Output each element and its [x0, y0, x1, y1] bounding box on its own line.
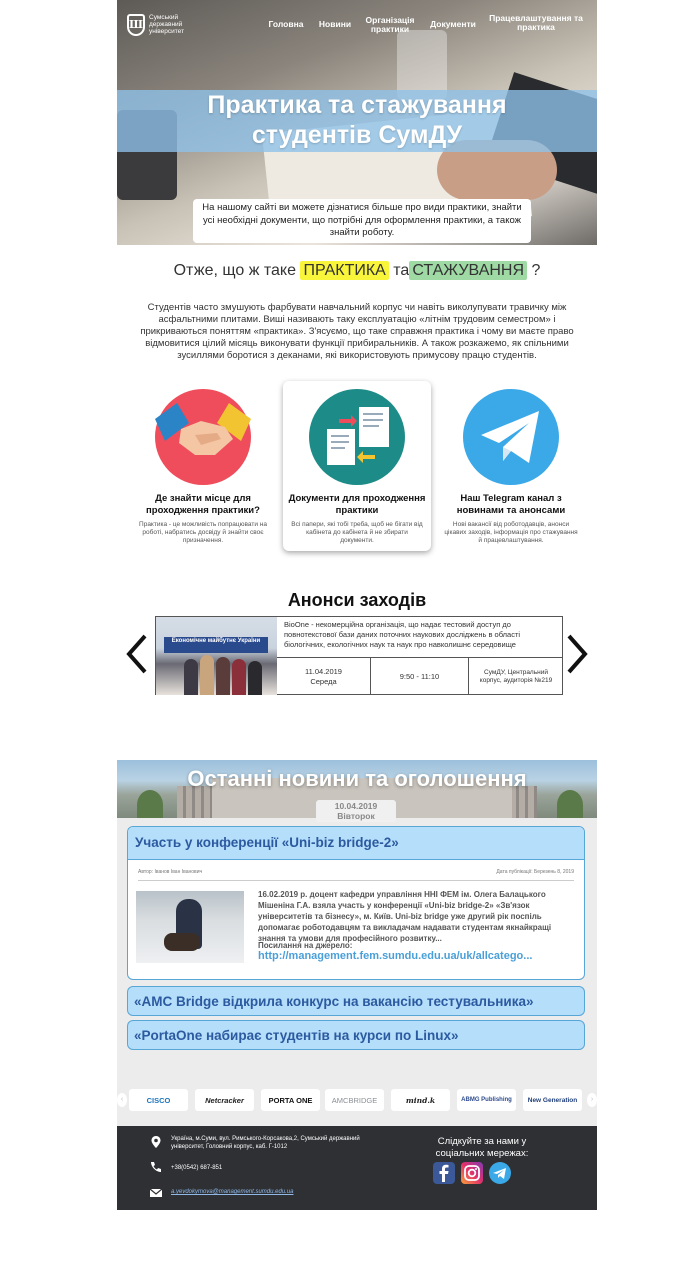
dog	[164, 933, 200, 951]
nav-employment[interactable]: Працевлаштування та практика	[489, 14, 583, 32]
question-prefix: Отже, що ж таке	[173, 262, 297, 279]
news-weekday: Вівторок	[337, 811, 375, 821]
nav-documents[interactable]: Документи	[427, 20, 479, 29]
announcement-weekday: Середа	[310, 676, 337, 686]
telegram-icon[interactable]	[489, 1162, 511, 1184]
tree-image	[137, 790, 163, 818]
card-title: Документи для проходження практики	[288, 493, 426, 516]
university-logo[interactable]: Ш Сумський державний університет	[127, 14, 199, 36]
page: Ш Сумський державний університет Головна…	[117, 0, 597, 1210]
nav-news[interactable]: Новини	[317, 20, 353, 29]
question-and: та	[393, 262, 410, 279]
card-telegram[interactable]: Наш Telegram канал з новинами та анонсам…	[437, 381, 585, 551]
announcement-date-cell: 11.04.2019 Середа	[277, 658, 371, 695]
news-item[interactable]: «AMC Bridge відкрила конкурс на вакансію…	[127, 986, 585, 1016]
tree-image	[557, 790, 583, 818]
partners-prev-icon[interactable]: ‹	[117, 1093, 127, 1107]
person	[232, 659, 246, 695]
hero-title: Практика та стажування студентів СумДУ	[117, 90, 597, 150]
person	[248, 661, 262, 695]
highlight-practice: ПРАКТИКА	[300, 261, 389, 280]
news-headline[interactable]: Участь у конференції «Uni-biz bridge-2»	[128, 827, 584, 860]
location-pin-icon	[149, 1135, 163, 1149]
announcement-text: BioOne - некомерційна організація, що на…	[284, 620, 521, 649]
intro-text: Студентів часто змушують фарбувати навча…	[140, 302, 574, 361]
highlight-internship: СТАЖУВАННЯ	[409, 261, 528, 280]
card-documents[interactable]: Документи для проходження практики Всі п…	[283, 381, 431, 551]
announcement-place: СумДУ, Центральний корпус, аудиторія №21…	[479, 668, 553, 684]
next-arrow-icon[interactable]	[565, 632, 589, 676]
footer-follow-label: Слідкуйте за нами у соціальних мережах:	[435, 1136, 529, 1159]
footer-address: Україна, м.Суми, вул. Римського-Корсаков…	[171, 1136, 360, 1150]
announcements-title: Анонси заходів	[287, 590, 427, 610]
card-desc: Нові вакансії від роботодавців, анонси ц…	[444, 521, 578, 544]
news-date-chip: 10.04.2019 Вівторок	[316, 800, 396, 822]
telegram-icon	[463, 389, 559, 485]
phone-icon	[149, 1160, 163, 1174]
logo-text: Сумський державний університет	[149, 14, 185, 35]
partner-portaone-logo[interactable]: PORTA ONE	[261, 1089, 320, 1111]
card-desc: Практика - це можливість попрацювати на …	[139, 521, 267, 544]
news-item[interactable]: «PortaOne набирає студентів на курси по …	[127, 1020, 585, 1050]
announcement-card[interactable]: Економічне майбутнє України BioOne - нек…	[155, 616, 563, 695]
card-title: Де знайти місце для проходження практики…	[146, 493, 260, 516]
top-nav: Ш Сумський державний університет Головна…	[117, 0, 597, 50]
person	[184, 659, 198, 695]
question-mark: ?	[531, 262, 541, 279]
nav-home[interactable]: Головна	[267, 20, 305, 29]
partner-abmg-logo[interactable]: ABMG Publishing	[457, 1089, 516, 1111]
hero-title-line2: студентів СумДУ	[251, 121, 463, 149]
footer-email[interactable]: a.yevdokymova@management.sumdu.edu.ua	[171, 1189, 294, 1195]
partner-newgeneration-logo[interactable]: New Generation	[523, 1089, 582, 1111]
hero-title-line1: Практика та стажування	[207, 91, 507, 119]
card-desc: Всі папери, які тобі треба, щоб не бігат…	[291, 521, 423, 544]
announcement-details: 11.04.2019 Середа 9:50 - 11:10 СумДУ, Це…	[277, 657, 563, 695]
news-date: 10.04.2019	[334, 801, 378, 811]
news-photo	[136, 891, 244, 963]
instagram-icon[interactable]	[461, 1162, 483, 1184]
prev-arrow-icon[interactable]	[125, 632, 149, 676]
footer-phone[interactable]: +38(0542) 687-851	[171, 1164, 222, 1172]
card-title: Наш Telegram канал з новинами та анонсам…	[456, 493, 566, 516]
handshake-icon	[155, 389, 251, 485]
card-find-place[interactable]: Де знайти місце для проходження практики…	[129, 381, 277, 551]
news-source-label: Посилання на джерело:	[258, 941, 353, 950]
news-source-link[interactable]: http://management.fem.sumdu.edu.ua/uk/al…	[258, 950, 578, 962]
person	[216, 657, 230, 695]
announcement-time: 9:50 - 11:10	[371, 658, 469, 695]
news-section-title: Останні новини та оголошення	[187, 766, 527, 791]
partner-mindk-logo[interactable]: mind.k	[391, 1089, 450, 1111]
announcement-photo-banner: Економічне майбутнє України	[164, 637, 268, 653]
news-meta: Автор: Іванов Іван Іванович Дата публіка…	[138, 869, 574, 881]
partner-cisco-logo[interactable]: CISCO	[129, 1089, 188, 1111]
partner-netcracker-logo[interactable]: Netcracker	[195, 1089, 254, 1111]
facebook-icon[interactable]	[433, 1162, 455, 1184]
mail-icon	[149, 1186, 163, 1200]
partner-amcbridge-logo[interactable]: AMCBRIDGE	[325, 1089, 384, 1111]
nav-practice-organization[interactable]: Організація практики	[363, 16, 417, 34]
news-author: Автор: Іванов Іван Іванович	[138, 869, 203, 875]
intro-question: Отже, що ж таке ПРАКТИКА та СТАЖУВАННЯ ?	[117, 261, 597, 280]
partners-next-icon[interactable]: ›	[587, 1093, 597, 1107]
announcement-photo: Економічне майбутнє України	[156, 617, 277, 695]
news-published-date: Дата публікації: Березень 8, 2019	[496, 869, 574, 875]
logo-icon: Ш	[127, 14, 145, 36]
news-body: 16.02.2019 р. доцент кафедри управління …	[258, 890, 552, 943]
hero-subtitle: На нашому сайті ви можете дізнатися біль…	[193, 199, 531, 243]
documents-icon	[309, 389, 405, 485]
announcement-date: 11.04.2019	[305, 666, 342, 676]
news-featured-card[interactable]: Участь у конференції «Uni-biz bridge-2» …	[127, 826, 585, 980]
person	[200, 655, 214, 695]
